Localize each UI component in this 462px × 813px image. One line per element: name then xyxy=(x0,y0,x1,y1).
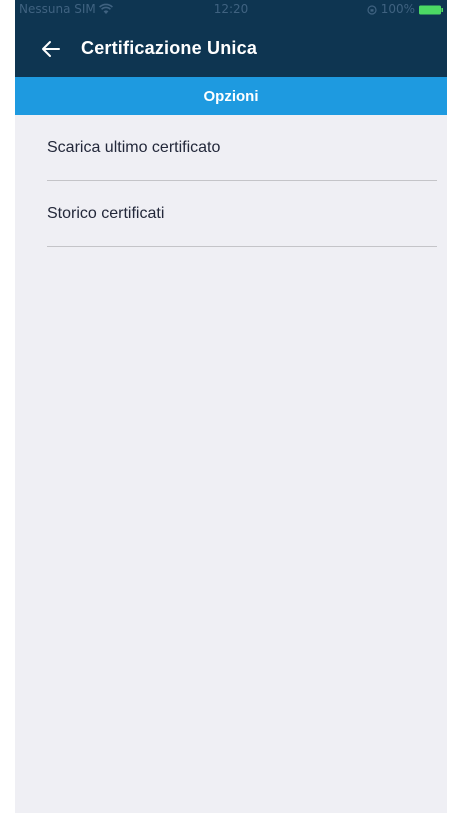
menu-item-download-latest[interactable]: Scarica ultimo certificato xyxy=(47,115,437,181)
carrier-label: Nessuna SIM xyxy=(19,2,96,16)
menu-item-label: Scarica ultimo certificato xyxy=(47,138,221,156)
navigation-bar: Certificazione Unica xyxy=(15,20,447,77)
wifi-icon xyxy=(98,3,113,15)
app-screen: Nessuna SIM 12:20 100% Certificazione Un… xyxy=(15,0,447,813)
battery-percent: 100% xyxy=(380,2,415,16)
battery-icon xyxy=(419,4,443,15)
section-header: Opzioni xyxy=(15,77,447,115)
back-button[interactable] xyxy=(31,29,71,69)
menu-item-label: Storico certificati xyxy=(47,204,165,222)
menu-item-history[interactable]: Storico certificati xyxy=(47,181,437,247)
options-list: Scarica ultimo certificato Storico certi… xyxy=(15,115,447,247)
status-right-group: 100% xyxy=(367,2,443,16)
orientation-lock-icon xyxy=(367,4,377,15)
arrow-left-icon xyxy=(42,40,60,57)
status-bar: Nessuna SIM 12:20 100% xyxy=(15,0,447,20)
page-title: Certificazione Unica xyxy=(81,38,258,58)
carrier-group: Nessuna SIM xyxy=(19,2,113,16)
section-title: Opzioni xyxy=(203,87,259,105)
